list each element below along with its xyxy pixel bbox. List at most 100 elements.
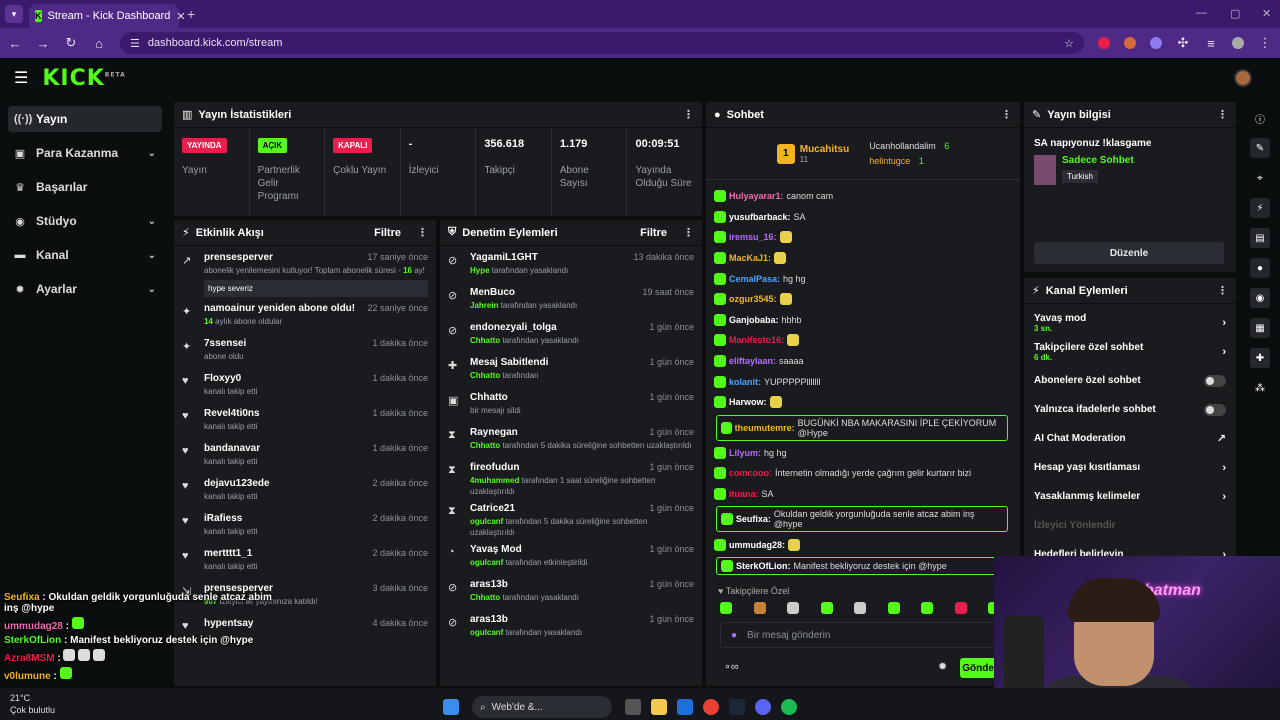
chat-message[interactable]: CemalPasa: hg hg	[706, 268, 1020, 289]
sidebar-item-kanal[interactable]: ▬ Kanal ⌄	[8, 242, 162, 268]
chat-username[interactable]: eliftaylaan:	[729, 356, 776, 366]
emote-icon[interactable]	[787, 602, 799, 614]
feed-item[interactable]: ✦ 7ssensei 1 dakika önce abone oldu	[174, 332, 436, 367]
feed-item[interactable]: ⧗ Catrice21 1 gün önce ogulcanf tarafından …	[440, 497, 702, 538]
chat-username[interactable]: Ganjobaba:	[729, 315, 779, 325]
more-options-icon[interactable]: ⋮	[417, 226, 428, 239]
weather-widget[interactable]: 21°C Çok bulutlu	[10, 692, 55, 716]
task-view-icon[interactable]	[625, 699, 641, 715]
sidebar-item-ayarlar[interactable]: ✹ Ayarlar ⌄	[8, 276, 162, 302]
gear-icon[interactable]: ✹	[938, 660, 947, 673]
feed-item[interactable]: ♥ mertttt1_1 2 dakika önce kanalı takip ett…	[174, 542, 436, 577]
emote-icon[interactable]	[854, 602, 866, 614]
toggle-switch[interactable]	[1204, 403, 1226, 416]
url-field[interactable]: ☰ dashboard.kick.com/stream ☆	[120, 32, 1084, 54]
kick-logo[interactable]: KICKBETA	[42, 66, 125, 91]
extension-icon[interactable]	[1098, 37, 1110, 49]
feed-item[interactable]: ◔ Yavaş Mod 1 gün önce ogulcanf tarafından …	[440, 538, 702, 573]
channel-action[interactable]: Yalnızca ifadelerle sohbet	[1024, 395, 1236, 424]
chat-username[interactable]: Hulyayarar1:	[729, 191, 784, 201]
discord-icon[interactable]	[755, 699, 771, 715]
channel-action[interactable]: Abonelere özel sohbet	[1024, 366, 1236, 395]
feed-item[interactable]: ⊘ endonezyali_tolga 1 gün önce Chhatto tara…	[440, 316, 702, 351]
feed-item[interactable]: ♥ iRafiess 2 dakika önce kanalı takip etti	[174, 507, 436, 542]
emote-icon[interactable]	[921, 602, 933, 614]
more-options-icon[interactable]: ⋮	[683, 108, 694, 121]
feed-item[interactable]: ✦ namoainur yeniden abone oldu! 22 saniye …	[174, 297, 436, 332]
feed-item[interactable]: ⊘ MenBuco 19 saat önce Jahrein tarafından y…	[440, 281, 702, 316]
filter-button[interactable]: Filtre	[640, 227, 667, 239]
info-icon[interactable]: ⓘ	[1250, 108, 1270, 128]
emote-icon[interactable]	[954, 602, 967, 614]
chat-username[interactable]: Manifesto16:	[729, 335, 784, 345]
chat-message[interactable]: iremsu_16:	[706, 227, 1020, 248]
chat-username[interactable]: Seufixa:	[736, 514, 771, 524]
chat-message[interactable]: Harwow:	[706, 392, 1020, 413]
spotify-icon[interactable]	[781, 699, 797, 715]
reload-icon[interactable]: ↻	[64, 35, 78, 51]
chat-message[interactable]: Ganjobaba: hbhb	[706, 310, 1020, 331]
layout-icon[interactable]: ▦	[1250, 318, 1270, 338]
menu-dots-icon[interactable]: ⋮	[1258, 35, 1272, 51]
chat-username[interactable]: comcooo:	[729, 468, 772, 478]
emote-icon[interactable]	[820, 602, 833, 614]
extension-icon[interactable]	[1150, 37, 1162, 49]
avatar[interactable]	[1234, 69, 1252, 87]
extension-icon[interactable]	[1124, 37, 1136, 49]
filter-button[interactable]: Filtre	[374, 227, 401, 239]
channel-action[interactable]: Hesap yaşı kısıtlaması ›	[1024, 453, 1236, 482]
channel-action[interactable]: Hedefleri belirleyin ›	[1024, 540, 1236, 557]
channel-action[interactable]: Takipçilere özel sohbet 6 dk. ›	[1024, 337, 1236, 366]
more-options-icon[interactable]: ⋮	[1217, 108, 1228, 121]
puzzle-icon[interactable]: ✣	[1176, 35, 1190, 51]
bolt-icon[interactable]: ⚡	[1250, 198, 1270, 218]
close-tab-icon[interactable]: ✕	[176, 10, 185, 23]
sidebar-item-yayin[interactable]: ((·)) Yayın	[8, 106, 162, 132]
mic-icon[interactable]: ●	[731, 630, 737, 641]
feed-item[interactable]: ⊘ aras13b 1 gün önce ogulcanf tarafından ya…	[440, 608, 702, 643]
chat-username[interactable]: SterkOfLion:	[736, 561, 791, 571]
more-options-icon[interactable]: ⋮	[683, 226, 694, 239]
feed-item[interactable]: ♥ Revel4ti0ns 1 dakika önce kanalı takip et…	[174, 402, 436, 437]
home-icon[interactable]: ⌂	[92, 36, 106, 51]
tab-search-icon[interactable]: ▾	[5, 5, 23, 23]
chat-message[interactable]: kolanit: YUPPPPPlllllll	[706, 371, 1020, 392]
outlook-icon[interactable]	[677, 699, 693, 715]
more-options-icon[interactable]: ⋮	[1001, 108, 1012, 121]
feed-item[interactable]: ♥ dejavu123ede 2 dakika önce kanalı takip e…	[174, 472, 436, 507]
feed-item[interactable]: ✚ Mesaj Sabitlendi 1 gün önce Chhatto taraf…	[440, 351, 702, 386]
feed-item[interactable]: ♥ bandanavar 1 dakika önce kanalı takip ett…	[174, 437, 436, 472]
feed-item[interactable]: ⊘ YagamiL1GHT 13 dakika önce Hype tarafında…	[440, 246, 702, 281]
chat-message[interactable]: comcooo: İnternetin olmadığı yerde çağrı…	[706, 463, 1020, 484]
edit-button[interactable]: Düzenle	[1034, 242, 1224, 264]
chat-message[interactable]: SterkOfLion: Manifest bekliyoruz destek …	[716, 556, 1008, 575]
forward-icon[interactable]: →	[36, 36, 50, 51]
list-icon[interactable]: ▤	[1250, 228, 1270, 248]
emote-icon[interactable]	[887, 602, 900, 614]
chat-username[interactable]: theumutemre:	[735, 423, 795, 433]
broadcast-icon[interactable]: ◉	[1250, 288, 1270, 308]
file-explorer-icon[interactable]	[651, 699, 667, 715]
feed-item[interactable]: ♥ Floxyy0 1 dakika önce kanalı takip etti	[174, 367, 436, 402]
profile-icon[interactable]	[1232, 37, 1244, 49]
sidebar-item-studyo[interactable]: ◉ Stüdyo ⌄	[8, 208, 162, 234]
chat-message[interactable]: Seufixa: Okuldan geldik yorgunluğuda sen…	[716, 506, 1008, 533]
more-options-icon[interactable]: ⋮	[1217, 284, 1228, 297]
wrench-icon[interactable]: ✚	[1250, 348, 1270, 368]
sidebar-item-para-kazanma[interactable]: ▣ Para Kazanma ⌄	[8, 140, 162, 166]
channel-action[interactable]: Yavaş mod 3 sn. ›	[1024, 308, 1236, 337]
chat-message[interactable]: Lilyum: hg hg	[706, 443, 1020, 464]
apps-icon[interactable]: ⁂	[1250, 378, 1270, 398]
chat-username[interactable]: ozgur3545:	[729, 294, 777, 304]
bookmark-star-icon[interactable]: ☆	[1064, 37, 1074, 50]
feed-item[interactable]: ↗ prensesperver 17 saniye önce abonelik yen…	[174, 246, 436, 297]
chat-message[interactable]: theumutemre: BUGÜNKİ NBA MAKARASINI İPLE…	[716, 414, 1008, 441]
minimize-icon[interactable]: —	[1196, 7, 1207, 19]
chat-username[interactable]: kolanit:	[729, 377, 761, 387]
emote-icon[interactable]	[720, 602, 732, 614]
media-icon[interactable]: ≡	[1204, 36, 1218, 51]
close-window-icon[interactable]: ✕	[1262, 7, 1271, 20]
taskbar-search[interactable]: ⌕ Web'de &...	[472, 696, 612, 718]
feed-item[interactable]: ▣ Chhatto 1 gün önce bir mesajı sildi	[440, 386, 702, 421]
chat-message[interactable]: Hulyayarar1: canom cam	[706, 186, 1020, 207]
